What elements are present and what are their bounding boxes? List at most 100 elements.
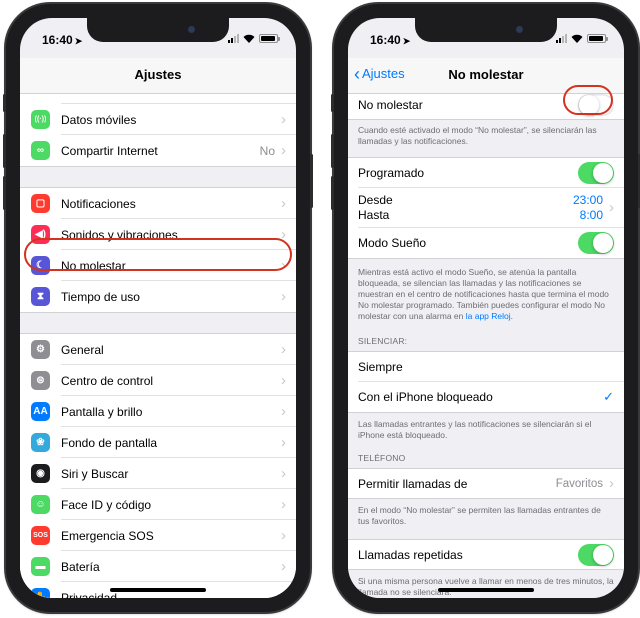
chevron-right-icon: › xyxy=(281,588,286,599)
dnd-label: No molestar xyxy=(358,98,423,112)
group-separator xyxy=(20,166,296,188)
clock-app-link[interactable]: la app Reloj. xyxy=(466,311,513,321)
volume-up-button xyxy=(3,134,6,168)
switches-icon: ⊜ xyxy=(31,371,50,390)
camera xyxy=(516,26,523,33)
flower-icon: ❀ xyxy=(31,433,50,452)
settings-row[interactable]: ⧗ Tiempo de uso › xyxy=(20,281,296,312)
phone-section-header: TELÉFONO xyxy=(348,449,624,468)
hand-icon: ✋ xyxy=(31,588,50,598)
scheduled-toggle[interactable] xyxy=(578,162,614,184)
settings-row[interactable]: ▬ Batería › xyxy=(20,551,296,582)
gear-icon: ⚙ xyxy=(31,340,50,359)
allow-calls-footnote: En el modo “No molestar” se permiten las… xyxy=(348,499,624,539)
settings-list[interactable]: ((·)) Datos móviles › ∞ Compartir Internet No… xyxy=(20,94,296,598)
settings-row[interactable]: AA Pantalla y brillo › xyxy=(20,396,296,427)
chevron-right-icon: › xyxy=(281,526,286,544)
settings-row-label: Centro de control xyxy=(61,373,154,388)
schedule-times-labels: Desde Hasta xyxy=(358,193,573,223)
settings-row[interactable]: ∞ Compartir Internet No › xyxy=(20,135,296,166)
settings-row[interactable]: ◉ Siri y Buscar › xyxy=(20,458,296,489)
chevron-right-icon: › xyxy=(281,194,286,212)
settings-row-label: Batería xyxy=(61,559,100,574)
repeated-calls-toggle[interactable] xyxy=(578,543,614,566)
settings-group-connectivity: ((·)) Datos móviles › ∞ Compartir Internet No… xyxy=(20,94,296,166)
location-arrow-icon: ➤ xyxy=(402,36,411,46)
scheduled-row[interactable]: Programado xyxy=(348,157,624,188)
settings-row-label: Tiempo de uso xyxy=(61,289,140,304)
checkmark-icon: ✓ xyxy=(603,389,614,404)
settings-row[interactable]: ❀ Fondo de pantalla › xyxy=(20,427,296,458)
left-phone: 16:40 ➤ Ajustes ((·)) Datos móviles › ∞ Compa… xyxy=(3,4,313,612)
notifications-icon: ▢ xyxy=(31,194,50,213)
schedule-times-row[interactable]: Desde Hasta 23:00 8:00 › xyxy=(348,188,624,228)
sleep-mode-label: Modo Sueño xyxy=(358,236,427,250)
signal-icon xyxy=(556,34,567,43)
settings-row[interactable]: ▢ Notificaciones › xyxy=(20,188,296,219)
page-title: Ajustes xyxy=(134,67,182,82)
sleep-mode-row[interactable]: Modo Sueño xyxy=(348,228,624,259)
side-button xyxy=(310,154,313,208)
from-time-value: 23:00 xyxy=(572,193,603,207)
chevron-right-icon: › xyxy=(281,110,286,128)
silence-footnote: Las llamadas entrantes y las notificacio… xyxy=(348,413,624,449)
allow-calls-value: Favoritos xyxy=(555,477,603,490)
nav-bar: Ajustes xyxy=(20,58,296,94)
settings-row[interactable]: ⚙ General › xyxy=(20,334,296,365)
status-time-text: 16:40 xyxy=(42,33,73,47)
settings-row-label: Compartir Internet xyxy=(61,143,158,158)
status-time: 16:40 ➤ xyxy=(42,33,82,47)
status-time-text: 16:40 xyxy=(370,33,401,47)
battery-icon xyxy=(259,34,280,43)
settings-row[interactable]: ◀) Sonidos y vibraciones › xyxy=(20,219,296,250)
left-screen: 16:40 ➤ Ajustes ((·)) Datos móviles › ∞ Compa… xyxy=(20,18,296,598)
dnd-footnote: Cuando esté activado el modo “No molesta… xyxy=(348,120,624,157)
allow-calls-label: Permitir llamadas de xyxy=(358,476,468,491)
settings-row[interactable]: ☺ Face ID y código › xyxy=(20,489,296,520)
dnd-settings[interactable]: No molestar Cuando esté activado el modo… xyxy=(348,94,624,598)
settings-row-label: Sonidos y vibraciones xyxy=(61,227,178,242)
settings-row[interactable]: ((·)) Datos móviles › xyxy=(20,104,296,135)
wifi-icon xyxy=(243,34,255,43)
settings-row-label: Emergencia SOS xyxy=(61,528,154,543)
silence-option-locked[interactable]: Con el iPhone bloqueado ✓ xyxy=(348,382,624,413)
chevron-right-icon: › xyxy=(281,287,286,305)
battery-setting-icon: ▬ xyxy=(31,557,50,576)
settings-row-label: General xyxy=(61,342,104,357)
moon-icon: ☾ xyxy=(31,256,50,275)
chevron-right-icon: › xyxy=(281,433,286,451)
sos-icon: SOS xyxy=(31,526,50,545)
home-indicator[interactable] xyxy=(110,588,206,592)
volume-up-button xyxy=(331,134,334,168)
home-indicator[interactable] xyxy=(438,588,534,592)
dnd-toggle[interactable] xyxy=(578,94,614,116)
chevron-right-icon: › xyxy=(281,141,286,159)
scheduled-label: Programado xyxy=(358,166,425,180)
right-screen: 16:40 ➤ ‹ Ajustes No molestar No molestar… xyxy=(348,18,624,598)
dnd-row[interactable]: No molestar xyxy=(348,94,624,120)
chevron-right-icon: › xyxy=(609,199,614,216)
siri-icon: ◉ xyxy=(31,464,50,483)
text-size-icon: AA xyxy=(31,402,50,421)
sleep-mode-toggle[interactable] xyxy=(578,232,614,254)
location-arrow-icon: ➤ xyxy=(74,36,83,46)
volume-down-button xyxy=(331,176,334,210)
repeated-calls-row[interactable]: Llamadas repetidas xyxy=(348,539,624,570)
settings-group-notifications: ▢ Notificaciones › ◀) Sonidos y vibraciones ›… xyxy=(20,188,296,312)
status-time: 16:40 ➤ xyxy=(370,33,410,47)
from-label: Desde xyxy=(358,193,393,207)
settings-row[interactable]: SOS Emergencia SOS › xyxy=(20,520,296,551)
silence-option-always[interactable]: Siempre xyxy=(348,351,624,382)
settings-row[interactable]: ⊜ Centro de control › xyxy=(20,365,296,396)
volume-down-button xyxy=(3,176,6,210)
settings-group-general: ⚙ General › ⊜ Centro de control › AA Pantalla y… xyxy=(20,334,296,598)
mute-switch xyxy=(3,94,6,112)
settings-row-label: Datos móviles xyxy=(61,112,137,127)
sleep-footnote: Mientras está activo el modo Sueño, se a… xyxy=(348,259,624,330)
battery-icon xyxy=(587,34,608,43)
right-phone: 16:40 ➤ ‹ Ajustes No molestar No molestar… xyxy=(331,4,640,612)
allow-calls-row[interactable]: Permitir llamadas de Favoritos › xyxy=(348,468,624,499)
settings-row[interactable]: ☾ No molestar › xyxy=(20,250,296,281)
chevron-right-icon: › xyxy=(281,256,286,274)
settings-row-value: No xyxy=(259,143,275,158)
